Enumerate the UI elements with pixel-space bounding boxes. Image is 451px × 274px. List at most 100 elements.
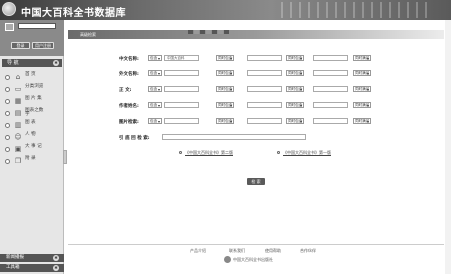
search-input[interactable] — [313, 118, 348, 124]
logic-select[interactable]: 同时满足 — [353, 86, 371, 92]
decor-square — [194, 30, 199, 34]
search-input[interactable] — [313, 86, 348, 92]
sidebar-collapse-handle[interactable] — [63, 150, 67, 164]
row-label: 图片检索: — [119, 120, 139, 125]
logic-select[interactable]: 同时包含 — [286, 118, 304, 124]
decor-square — [188, 30, 193, 34]
scope-second-edition-link[interactable]: 《中国大百科全书》第二版 — [185, 150, 233, 156]
operator-select[interactable]: 包含 — [148, 118, 162, 124]
search-input[interactable] — [313, 102, 348, 108]
row-label: 外文名称: — [119, 72, 139, 77]
login-panel: 登录 用户注册 — [0, 20, 64, 56]
footer-link-partners[interactable]: 合作伙伴 — [300, 248, 316, 254]
search-input[interactable] — [164, 118, 199, 124]
search-input[interactable]: 中国大百科 — [164, 55, 199, 61]
logic-select[interactable]: 同时包含 — [216, 86, 234, 92]
range-label: 引 底 回 检 索: — [119, 136, 150, 141]
logic-select[interactable]: 同时满足 — [353, 102, 371, 108]
logic-select[interactable]: 同时包含 — [286, 55, 304, 61]
register-button[interactable]: 用户注册 — [32, 42, 54, 49]
operator-select[interactable]: 包含 — [148, 86, 162, 92]
sidebar-item-people[interactable]: ☺ 人 物 — [2, 131, 62, 143]
toolbox-heading-label: 工具箱 — [6, 265, 20, 270]
operator-select[interactable]: 包含 — [148, 102, 162, 108]
home-icon: ⌂ — [15, 73, 21, 81]
search-input[interactable] — [247, 118, 282, 124]
username-input[interactable] — [18, 23, 56, 29]
search-input[interactable] — [247, 86, 282, 92]
search-input[interactable] — [164, 102, 199, 108]
decor-square — [224, 30, 229, 34]
header-bar: 中国大百科全书数据库 — [0, 0, 451, 20]
footer-link-product[interactable]: 产品介绍 — [190, 248, 206, 254]
search-input[interactable] — [247, 55, 282, 61]
sidebar-item-browse[interactable]: ▭ 分类浏览 — [2, 83, 62, 95]
sidebar-item-label: 大 事 记 — [25, 144, 42, 149]
bullet-icon — [5, 99, 10, 104]
range-search-input[interactable] — [162, 134, 306, 140]
sidebar-item-label: 附 录 — [25, 156, 36, 161]
toolbox-heading[interactable]: 工具箱 ✱ — [0, 264, 64, 272]
sidebar-item-appendix[interactable]: ❐ 附 录 — [2, 155, 62, 167]
search-input[interactable] — [164, 70, 199, 76]
bullet-icon — [5, 111, 10, 116]
footer-link-contact[interactable]: 联系我们 — [229, 248, 245, 254]
tab-decoration — [188, 30, 230, 35]
scope-first-edition-link[interactable]: 《中国大百科全书》第一版 — [283, 150, 331, 156]
advanced-search-form: 中文名称: 包含 中国大百科 同时包含 同时包含 同时满足 外文名称: 包含 同… — [68, 40, 444, 240]
logic-select[interactable]: 同时满足 — [353, 55, 371, 61]
scrollbar-track[interactable] — [445, 20, 451, 274]
radio-icon[interactable] — [277, 151, 280, 154]
sidebar-item-tables[interactable]: ▥ 图 表 — [2, 119, 62, 131]
logic-select[interactable]: 同时包含 — [286, 86, 304, 92]
sidebar-item-events[interactable]: ▣ 大 事 记 — [2, 143, 62, 155]
header-decoration — [281, 2, 431, 18]
logic-select[interactable]: 同时包含 — [216, 70, 234, 76]
user-icon — [5, 23, 14, 31]
logic-select[interactable]: 同时包含 — [216, 118, 234, 124]
calendar-icon: ▣ — [14, 145, 22, 153]
sidebar-item-home[interactable]: ⌂ 首 页 — [2, 71, 62, 83]
bullet-icon — [5, 87, 10, 92]
footer-divider — [68, 244, 444, 245]
row-label: 正 文: — [119, 88, 132, 93]
decor-square — [206, 30, 211, 34]
logo-icon — [2, 2, 16, 16]
logic-select[interactable]: 同时包含 — [286, 102, 304, 108]
sidebar-item-label: 图表之数字 — [25, 108, 44, 117]
logic-select[interactable]: 同时包含 — [286, 70, 304, 76]
logic-select[interactable]: 同时包含 — [216, 102, 234, 108]
news-panel-heading[interactable]: 新闻播报 ✱ — [0, 254, 64, 262]
gear-icon[interactable]: ✱ — [53, 60, 59, 66]
tab-advanced-search[interactable]: 高级检索 — [80, 32, 96, 38]
radio-icon[interactable] — [179, 151, 182, 154]
decor-square — [218, 30, 223, 34]
search-button[interactable]: 检 索 — [247, 178, 265, 185]
search-input[interactable] — [313, 70, 348, 76]
search-input[interactable] — [247, 102, 282, 108]
search-input[interactable] — [247, 70, 282, 76]
sidebar-item-label: 分类浏览 — [25, 84, 44, 89]
bullet-icon — [5, 147, 10, 152]
operator-select[interactable]: 包含 — [148, 55, 162, 61]
news-heading-label: 新闻播报 — [6, 255, 24, 260]
gear-icon[interactable]: ✱ — [53, 265, 59, 271]
logic-select[interactable]: 同时满足 — [353, 118, 371, 124]
footer-link-help[interactable]: 使用帮助 — [265, 248, 281, 254]
decor-square — [212, 30, 217, 34]
sidebar-item-charts[interactable]: ▤ 图表之数字 — [2, 107, 62, 119]
sidebar-item-label: 图 表 — [25, 120, 36, 125]
login-button[interactable]: 登录 — [11, 42, 30, 49]
sidebar-item-gallery[interactable]: ▦ 图 片 集 — [2, 95, 62, 107]
search-input[interactable] — [313, 55, 348, 61]
operator-select[interactable]: 包含 — [148, 70, 162, 76]
folder-icon: ▭ — [14, 85, 22, 93]
search-input[interactable] — [164, 86, 199, 92]
gear-icon[interactable]: ✱ — [53, 255, 59, 261]
logic-select[interactable]: 同时包含 — [216, 55, 234, 61]
table-icon: ▥ — [14, 121, 22, 129]
bullet-icon — [5, 123, 10, 128]
row-label: 中文名称: — [119, 57, 139, 62]
publisher-logo-icon — [224, 256, 231, 263]
logic-select[interactable]: 同时满足 — [353, 70, 371, 76]
